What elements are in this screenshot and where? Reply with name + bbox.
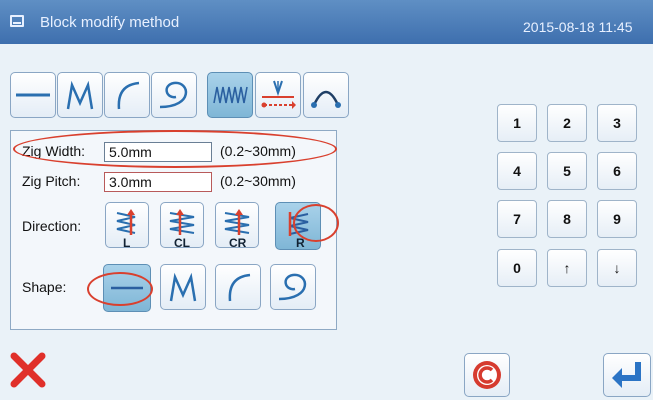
curve-icon <box>278 273 307 301</box>
toolbar-straight-line-button[interactable] <box>10 72 56 118</box>
zig-width-label: Zig Width: <box>22 143 86 159</box>
key-3[interactable]: 3 <box>597 104 637 142</box>
direction-right-label: R <box>296 236 305 250</box>
toolbar-arc-button[interactable] <box>104 72 150 118</box>
cancel-button[interactable] <box>4 347 52 393</box>
key-6[interactable]: 6 <box>597 152 637 190</box>
key-up[interactable]: ↑ <box>547 249 587 287</box>
key-0[interactable]: 0 <box>497 249 537 287</box>
clear-button[interactable] <box>464 353 510 397</box>
toolbar-point-arc-button[interactable] <box>303 72 349 118</box>
key-4[interactable]: 4 <box>497 152 537 190</box>
enter-button[interactable] <box>603 353 651 397</box>
direction-center-right-label: CR <box>229 236 247 250</box>
shape-curve-button[interactable] <box>270 264 316 310</box>
toolbar-needle-feed-button[interactable] <box>255 72 301 118</box>
zigzag-icon <box>66 80 94 110</box>
direction-label: Direction: <box>22 218 82 234</box>
window-icon <box>10 15 24 27</box>
point-arc-icon <box>311 90 341 108</box>
clear-c-icon <box>473 361 501 389</box>
zig-pitch-input[interactable]: 3.0mm <box>104 172 212 192</box>
shape-arc-button[interactable] <box>215 264 261 310</box>
zigzag-icon <box>169 272 197 302</box>
shape-label: Shape: <box>22 279 67 295</box>
key-1[interactable]: 1 <box>497 104 537 142</box>
zig-pitch-label: Zig Pitch: <box>22 173 81 189</box>
toolbar-zigzag-stitch-button[interactable] <box>207 72 253 118</box>
key-8[interactable]: 8 <box>547 200 587 238</box>
shape-straight-button[interactable] <box>103 264 151 312</box>
key-9[interactable]: 9 <box>597 200 637 238</box>
straight-line-icon <box>111 286 143 290</box>
key-down[interactable]: ↓ <box>597 249 637 287</box>
key-7[interactable]: 7 <box>497 200 537 238</box>
title-bar: Block modify method 2015-08-18 11:45 <box>0 0 653 44</box>
needle-feed-icon <box>261 80 296 109</box>
curve-icon <box>159 81 188 109</box>
zig-width-range: (0.2~30mm) <box>220 143 296 159</box>
toolbar-zigzag-button[interactable] <box>57 72 103 118</box>
toolbar-curve-button[interactable] <box>151 72 197 118</box>
direction-left-label: L <box>123 236 131 250</box>
key-2[interactable]: 2 <box>547 104 587 142</box>
direction-center-left-label: CL <box>174 236 190 250</box>
straight-line-icon <box>16 93 50 97</box>
zigzag-stitch-icon <box>213 86 248 104</box>
shape-zigzag-button[interactable] <box>160 264 206 310</box>
window-title: Block modify method <box>40 14 180 31</box>
zig-pitch-range: (0.2~30mm) <box>220 173 296 189</box>
zig-width-input[interactable]: 5.0mm <box>104 142 212 162</box>
key-5[interactable]: 5 <box>547 152 587 190</box>
cancel-x-icon <box>10 352 46 388</box>
datetime-display: 2015-08-18 11:45 <box>523 19 633 35</box>
arc-icon <box>117 81 140 110</box>
arc-icon <box>228 273 251 302</box>
enter-return-icon <box>612 362 641 388</box>
